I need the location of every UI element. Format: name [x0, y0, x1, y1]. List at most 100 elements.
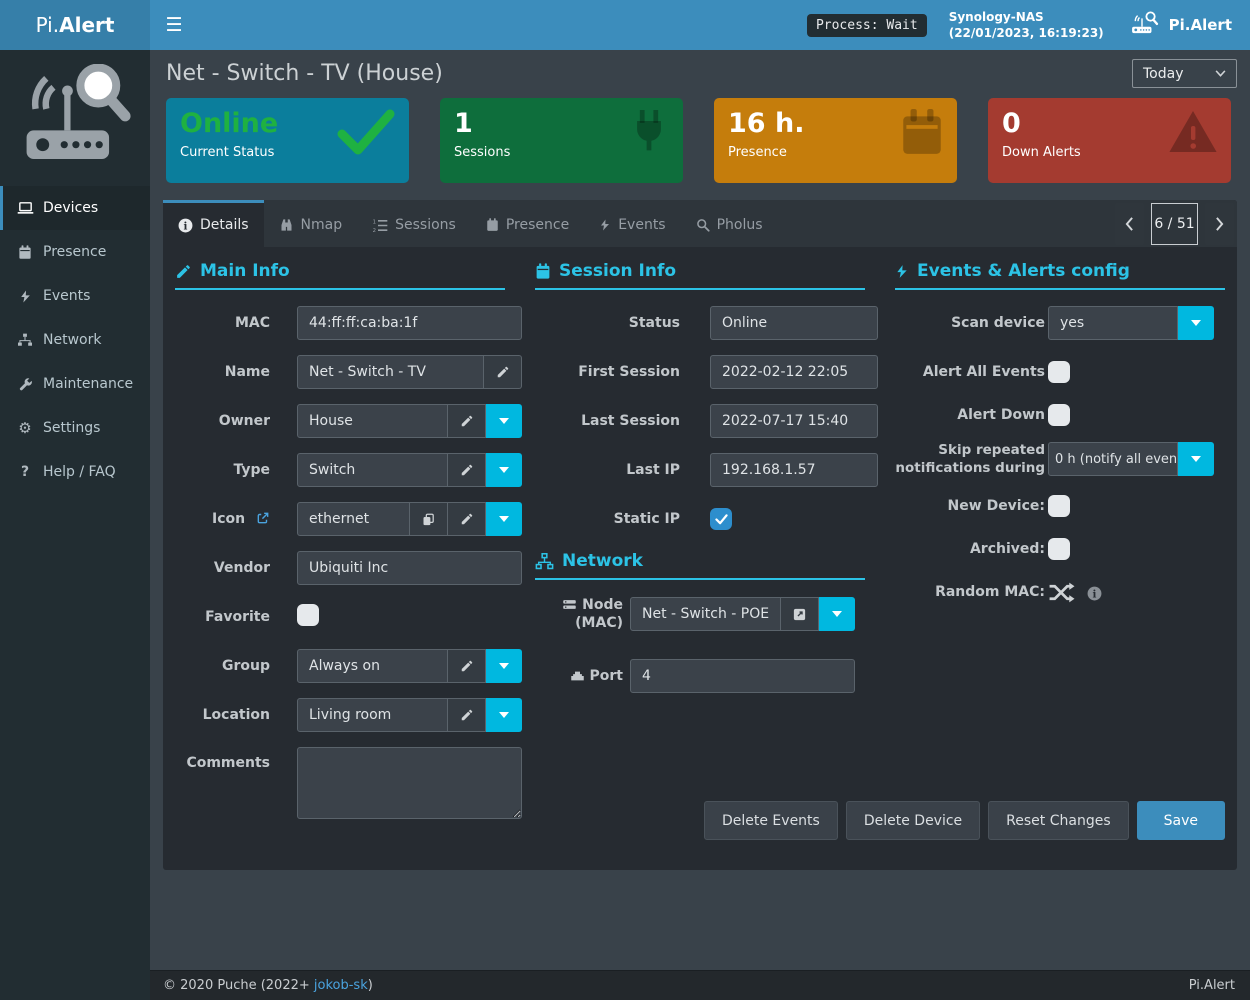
sidebar-item-presence[interactable]: Presence	[0, 230, 150, 274]
tab-nmap[interactable]: Nmap	[264, 200, 358, 247]
field-vendor: Vendor Ubiquiti Inc	[175, 551, 505, 585]
field-icon: Icon ethernet	[175, 502, 505, 536]
first-session-input[interactable]: 2022-02-12 22:05	[710, 355, 878, 389]
sidebar-item-maintenance[interactable]: Maintenance	[0, 362, 150, 406]
icon-input[interactable]: ethernet	[297, 502, 410, 536]
node-dropdown-button[interactable]	[819, 597, 855, 631]
svg-text:1: 1	[373, 219, 376, 225]
card-presence: 16 h. Presence	[714, 98, 957, 183]
delete-device-button[interactable]: Delete Device	[846, 801, 980, 840]
port-input[interactable]: 4	[630, 659, 855, 693]
save-button[interactable]: Save	[1137, 801, 1225, 840]
tab-pholus[interactable]: Pholus	[681, 200, 778, 247]
type-dropdown-button[interactable]	[486, 453, 522, 487]
reset-changes-button[interactable]: Reset Changes	[988, 801, 1128, 840]
server-icon	[562, 598, 577, 611]
field-node-mac: Node (MAC) Net - Switch - POE	[535, 596, 865, 632]
prev-device-button[interactable]	[1115, 203, 1144, 245]
group-input[interactable]: Always on	[297, 649, 448, 683]
field-static-ip: Static IP	[535, 502, 865, 536]
edit-icon-button[interactable]	[448, 502, 486, 536]
static-ip-checkbox[interactable]	[710, 508, 732, 530]
owner-input[interactable]: House	[297, 404, 448, 438]
pencil-icon	[460, 463, 474, 477]
field-port: Port 4	[535, 659, 865, 693]
network-section: Network Node (MAC) Net - Switch - POE	[535, 551, 865, 693]
owner-dropdown-button[interactable]	[486, 404, 522, 438]
alert-down-checkbox[interactable]	[1048, 404, 1070, 426]
alert-all-events-checkbox[interactable]	[1048, 361, 1070, 383]
delete-events-button[interactable]: Delete Events	[704, 801, 838, 840]
edit-group-button[interactable]	[448, 649, 486, 683]
info-circle-icon[interactable]: i	[1087, 586, 1102, 601]
sidebar-item-network[interactable]: Network	[0, 318, 150, 362]
field-new-device: New Device:	[895, 489, 1225, 523]
wrench-icon	[16, 377, 34, 392]
icon-dropdown-button[interactable]	[486, 502, 522, 536]
type-input[interactable]: Switch	[297, 453, 448, 487]
tab-presence[interactable]: Presence	[471, 200, 584, 247]
card-current-status: Online Current Status	[166, 98, 409, 183]
jokob-sk-link[interactable]: jokob-sk	[314, 978, 368, 993]
edit-owner-button[interactable]	[448, 404, 486, 438]
group-dropdown-button[interactable]	[486, 649, 522, 683]
external-link-square-icon	[792, 607, 807, 622]
last-session-input[interactable]: 2022-07-17 15:40	[710, 404, 878, 438]
scan-device-select[interactable]: yes	[1048, 306, 1178, 340]
tab-sessions[interactable]: 12 Sessions	[357, 200, 471, 247]
ethernet-port-icon	[570, 669, 585, 681]
skip-notifications-select[interactable]: 0 h (notify all events)	[1048, 442, 1178, 476]
skip-notifications-dropdown-button[interactable]	[1178, 442, 1214, 476]
field-group: Group Always on	[175, 649, 505, 683]
sidebar-item-help[interactable]: ? Help / FAQ	[0, 450, 150, 494]
field-favorite: Favorite	[175, 600, 505, 634]
brand-logo[interactable]: Pi.Alert	[0, 0, 150, 50]
chevron-left-icon	[1125, 217, 1134, 231]
copy-icon-button[interactable]	[410, 502, 448, 536]
comments-textarea[interactable]	[297, 747, 522, 819]
external-link-icon[interactable]	[256, 511, 270, 525]
top-header: Pi.Alert ☰ Process: Wait Synology-NAS (2…	[0, 0, 1250, 50]
calendar-icon	[16, 245, 34, 260]
last-ip-input[interactable]: 192.168.1.57	[710, 453, 878, 487]
edit-type-button[interactable]	[448, 453, 486, 487]
pencil-icon	[496, 365, 510, 379]
header-app-link[interactable]: Pi.Alert	[1130, 11, 1232, 39]
laptop-icon	[16, 201, 34, 216]
new-device-checkbox[interactable]	[1048, 495, 1070, 517]
edit-location-button[interactable]	[448, 698, 486, 732]
favorite-checkbox[interactable]	[297, 604, 319, 626]
sitemap-icon	[535, 553, 554, 570]
period-select[interactable]: Today	[1132, 59, 1237, 88]
tab-details[interactable]: i Details	[163, 200, 264, 247]
scan-device-dropdown-button[interactable]	[1178, 306, 1214, 340]
events-alerts-heading: Events & Alerts config	[895, 261, 1225, 290]
bolt-icon	[16, 289, 34, 304]
archived-checkbox[interactable]	[1048, 538, 1070, 560]
sidebar-item-events[interactable]: Events	[0, 274, 150, 318]
edit-name-button[interactable]	[484, 355, 522, 389]
status-input[interactable]: Online	[710, 306, 878, 340]
chevron-right-icon	[1215, 217, 1224, 231]
host-timestamp: (22/01/2023, 16:19:23)	[949, 25, 1104, 41]
caret-down-icon	[1191, 456, 1201, 462]
tabs-bar: i Details Nmap 12 Sessions Pres	[163, 200, 1237, 247]
caret-down-icon	[1191, 320, 1201, 326]
name-input[interactable]: Net - Switch - TV	[297, 355, 484, 389]
open-node-button[interactable]	[781, 597, 819, 631]
sidebar-item-devices[interactable]: Devices	[0, 186, 150, 230]
calendar-icon	[535, 263, 551, 280]
location-input[interactable]: Living room	[297, 698, 448, 732]
pencil-icon	[460, 512, 474, 526]
vendor-input[interactable]: Ubiquiti Inc	[297, 551, 522, 585]
caret-down-icon	[499, 516, 509, 522]
pencil-icon	[175, 263, 192, 280]
node-mac-input[interactable]: Net - Switch - POE	[630, 597, 781, 631]
hamburger-icon[interactable]: ☰	[150, 0, 198, 50]
tab-events[interactable]: Events	[584, 200, 680, 247]
mac-input[interactable]: 44:ff:ff:ca:ba:1f	[297, 306, 522, 340]
next-device-button[interactable]	[1205, 203, 1234, 245]
sidebar-item-settings[interactable]: ⚙ Settings	[0, 406, 150, 450]
svg-text:i: i	[1093, 588, 1097, 600]
location-dropdown-button[interactable]	[486, 698, 522, 732]
